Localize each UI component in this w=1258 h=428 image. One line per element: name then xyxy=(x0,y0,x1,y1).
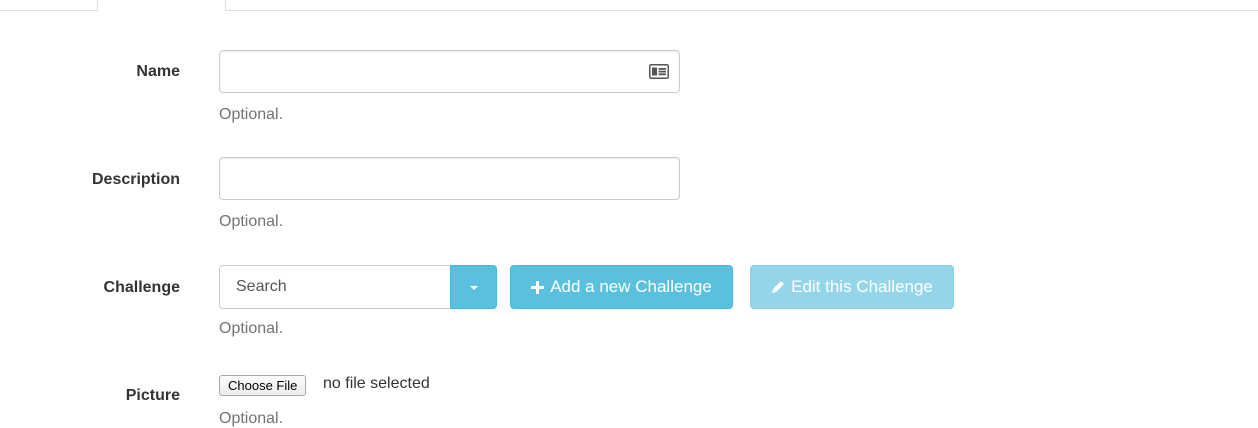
description-label: Description xyxy=(91,171,180,188)
challenge-help: Optional. xyxy=(219,320,284,337)
challenge-label: Challenge xyxy=(103,279,180,296)
file-status: no file selected xyxy=(323,375,430,392)
challenge-search-input[interactable] xyxy=(219,265,451,309)
edit-challenge-button[interactable]: Edit this Challenge xyxy=(750,265,954,309)
id-card-icon xyxy=(649,64,669,79)
description-input[interactable] xyxy=(219,157,680,200)
pencil-icon xyxy=(772,281,785,293)
description-help: Optional. xyxy=(219,213,284,230)
caret-down-icon xyxy=(470,286,478,290)
challenge-dropdown-button[interactable] xyxy=(450,265,497,309)
tab-strip-border-left xyxy=(0,10,97,11)
picture-label: Picture xyxy=(125,387,180,404)
name-label: Name xyxy=(136,63,180,80)
tab-strip-border-right xyxy=(226,10,1258,11)
name-help: Optional. xyxy=(219,106,284,123)
add-challenge-label: Add a new Challenge xyxy=(550,277,712,296)
plus-icon xyxy=(531,280,545,294)
active-tab[interactable] xyxy=(97,0,226,11)
choose-file-button[interactable]: Choose File xyxy=(219,375,307,396)
name-input[interactable] xyxy=(219,50,680,93)
picture-help: Optional. xyxy=(219,410,284,427)
add-challenge-button[interactable]: Add a new Challenge xyxy=(510,265,733,309)
edit-challenge-label: Edit this Challenge xyxy=(791,277,933,296)
challenge-search-group xyxy=(219,265,497,309)
tab-strip xyxy=(0,0,1258,11)
